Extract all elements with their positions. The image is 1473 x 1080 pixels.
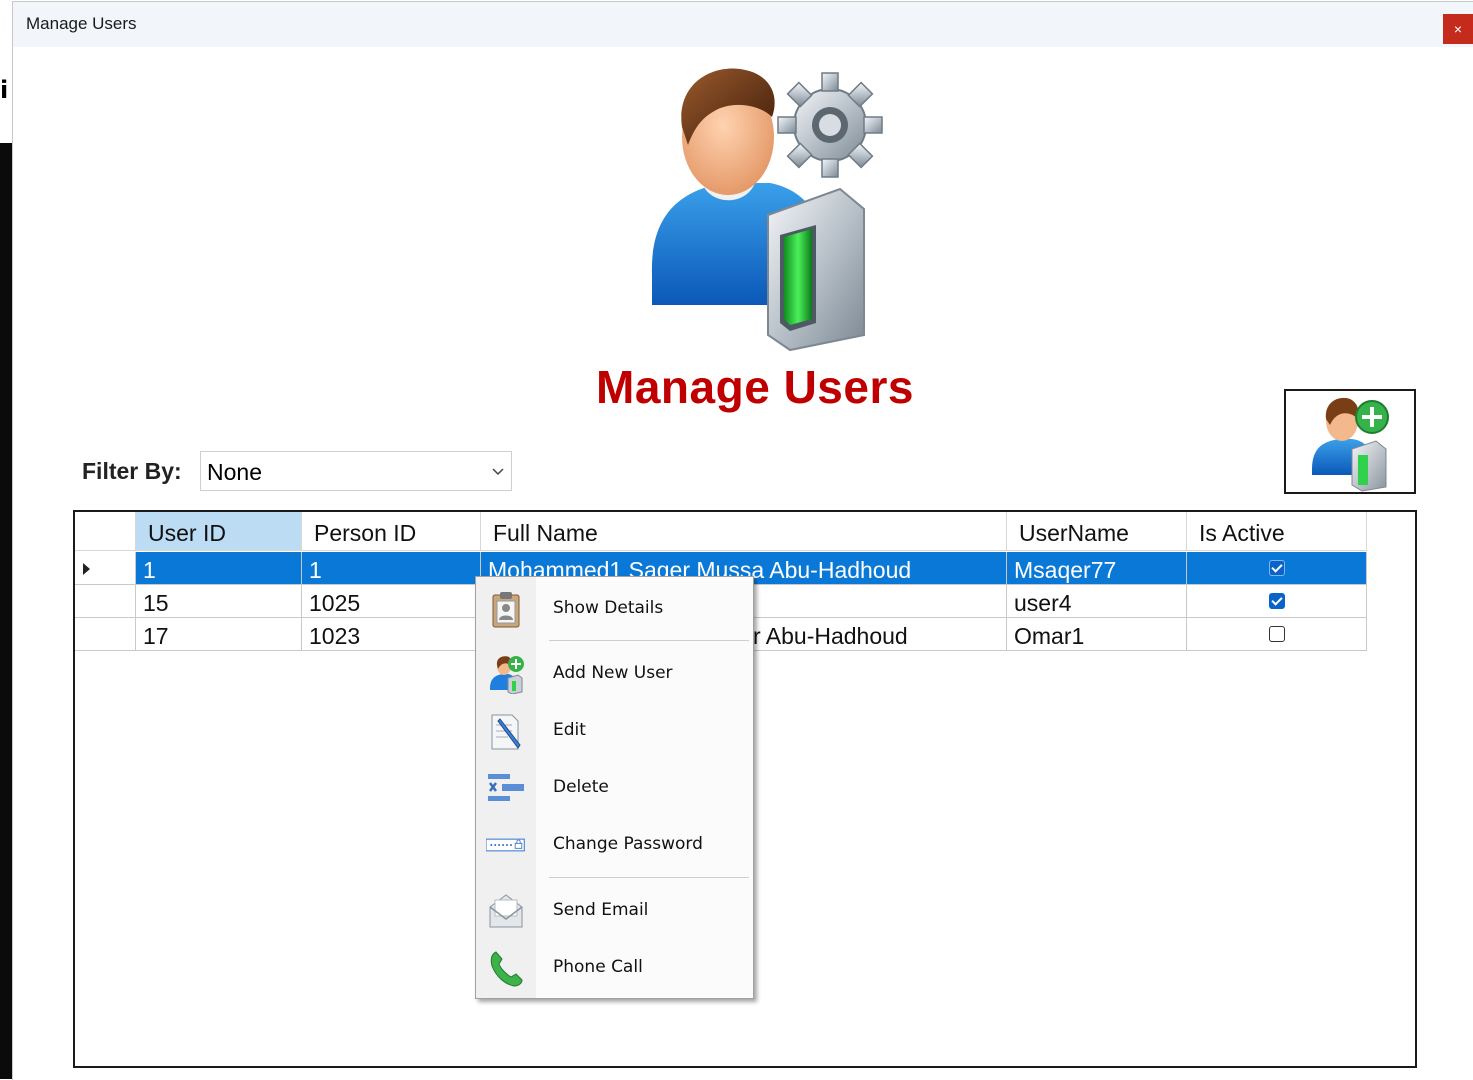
row-header[interactable] [75,585,136,618]
phone-icon [490,951,523,987]
menu-item-show-details[interactable]: Show Details [476,583,753,633]
password-field-icon: •••••• [486,838,525,852]
menu-item-edit[interactable]: Edit [476,705,753,755]
title-bar[interactable]: Manage Users × [13,2,1473,47]
filter-by-label: Filter By: [82,458,182,484]
add-new-user-button[interactable] [1284,389,1416,494]
cell-person-id[interactable]: 1025 [302,585,481,618]
filter-by-value: None [207,459,262,485]
menu-item-label: Send Email [553,900,649,920]
row-header[interactable] [75,618,136,651]
cell-is-active[interactable] [1187,552,1367,585]
delete-list-icon [488,774,524,801]
column-header-person-id[interactable]: Person ID [302,512,481,551]
menu-item-label: Change Password [553,834,703,854]
row-context-menu: Show Details Add New User Edit Delete ••… [475,576,754,999]
menu-item-send-email[interactable]: Send Email [476,885,753,935]
cell-person-id[interactable]: 1023 [302,618,481,651]
window-title: Manage Users [26,14,137,33]
menu-item-label: Edit [553,720,586,740]
column-header-is-active[interactable]: Is Active [1187,512,1367,551]
cell-username[interactable]: Omar1 [1007,618,1187,651]
grid-corner-header [75,512,136,551]
menu-item-change-password[interactable]: •••••• Change Password [476,819,753,869]
page-title: Manage Users [596,361,914,413]
is-active-checkbox[interactable] [1269,560,1285,576]
menu-item-phone-call[interactable]: Phone Call [476,942,753,992]
cell-person-id[interactable]: 1 [302,552,481,585]
column-header-user-id[interactable]: User ID [136,512,302,551]
column-header-username[interactable]: UserName [1007,512,1187,551]
background-window-text: i [0,76,9,104]
background-window-panel [0,143,12,1079]
menu-item-delete[interactable]: Delete [476,762,753,812]
edit-document-icon [491,714,521,750]
clipboard-person-icon [492,592,520,628]
cell-user-id[interactable]: 17 [136,618,302,651]
menu-item-label: Delete [553,777,609,797]
envelope-icon [489,894,523,928]
svg-text:••••••: •••••• [489,842,513,850]
add-user-icon [1312,397,1389,492]
menu-item-label: Phone Call [553,957,643,977]
row-header-selected[interactable] [75,552,136,585]
menu-separator [549,877,749,878]
cell-user-id[interactable]: 1 [136,552,302,585]
menu-item-add-new-user[interactable]: Add New User [476,648,753,698]
is-active-checkbox[interactable] [1269,593,1285,609]
row-pointer-icon [83,563,90,575]
cell-user-id[interactable]: 15 [136,585,302,618]
chevron-down-icon [492,468,504,476]
menu-separator [549,640,749,641]
add-user-icon [490,656,524,694]
manage-users-illustration [651,68,883,352]
close-button[interactable]: × [1443,14,1473,44]
menu-item-label: Add New User [553,663,673,683]
cell-is-active[interactable] [1187,618,1367,651]
filter-by-dropdown[interactable]: None [200,451,512,491]
cell-is-active[interactable] [1187,585,1367,618]
cell-username[interactable]: Msaqer77 [1007,552,1187,585]
menu-item-label: Show Details [553,598,664,618]
cell-username[interactable]: user4 [1007,585,1187,618]
column-header-full-name[interactable]: Full Name [481,512,1007,551]
is-active-checkbox[interactable] [1269,626,1285,642]
